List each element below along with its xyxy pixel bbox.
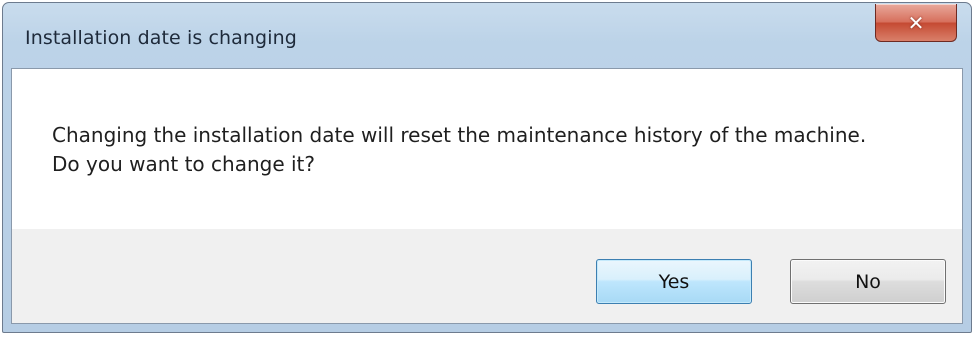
dialog-title: Installation date is changing	[25, 27, 297, 49]
no-button[interactable]: No	[790, 259, 946, 304]
close-icon: ✕	[907, 10, 925, 35]
dialog-window: Installation date is changing ✕ Changing…	[2, 2, 972, 333]
yes-button[interactable]: Yes	[596, 259, 752, 304]
dialog-message: Changing the installation date will rese…	[52, 121, 942, 179]
button-bar: Yes No	[12, 229, 962, 323]
close-button[interactable]: ✕	[875, 4, 957, 42]
message-line-2: Do you want to change it?	[52, 152, 315, 176]
message-area: Changing the installation date will rese…	[12, 69, 962, 229]
dialog-client-area: Changing the installation date will rese…	[11, 68, 963, 324]
message-line-1: Changing the installation date will rese…	[52, 123, 867, 147]
